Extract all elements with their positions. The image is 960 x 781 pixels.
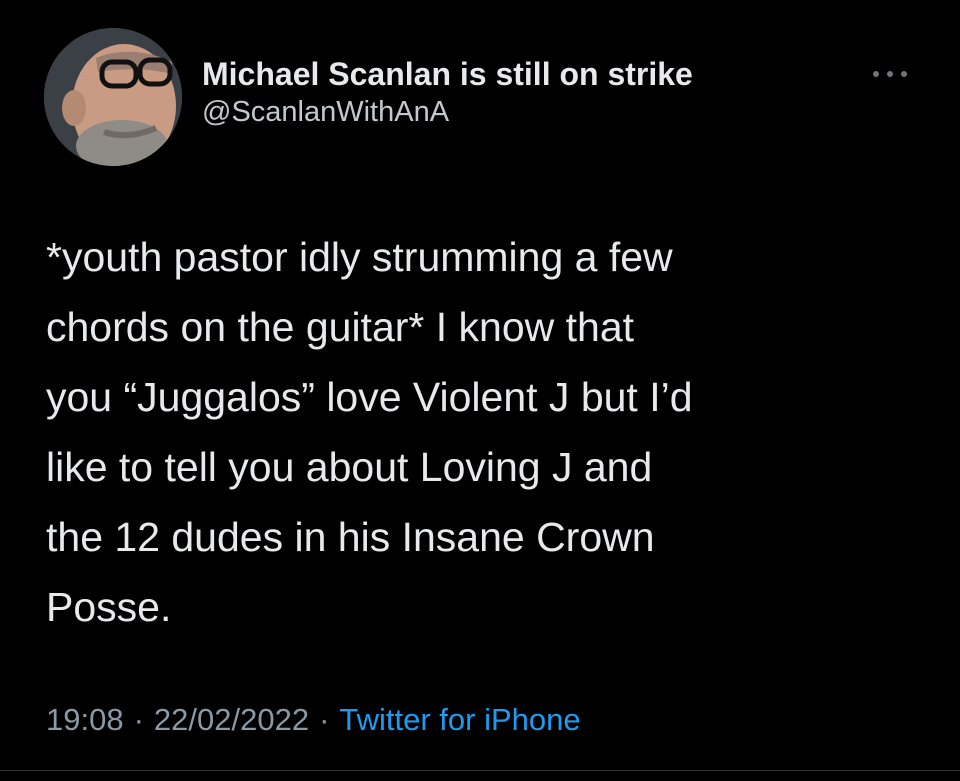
- tweet-meta: 19:08 · 22/02/2022 · Twitter for iPhone: [46, 700, 581, 740]
- meta-separator: ·: [133, 702, 144, 737]
- profile-photo-icon: [44, 28, 182, 166]
- more-dot: [887, 71, 893, 77]
- author-block: Michael Scanlan is still on strike @Scan…: [202, 54, 693, 130]
- tweet-card: Michael Scanlan is still on strike @Scan…: [0, 0, 960, 781]
- tweet-time[interactable]: 19:08: [46, 702, 124, 737]
- meta-separator: ·: [319, 702, 330, 737]
- more-dot: [901, 71, 907, 77]
- tweet-source-link[interactable]: Twitter for iPhone: [339, 702, 580, 737]
- more-dot: [873, 71, 879, 77]
- avatar[interactable]: [44, 28, 182, 166]
- ellipsis-icon[interactable]: [868, 62, 912, 86]
- divider: [0, 770, 960, 771]
- author-handle[interactable]: @ScanlanWithAnA: [202, 94, 693, 130]
- author-display-name[interactable]: Michael Scanlan is still on strike: [202, 54, 693, 94]
- tweet-text: *youth pastor idly strumming a few chord…: [46, 234, 693, 630]
- tweet-date[interactable]: 22/02/2022: [154, 702, 309, 737]
